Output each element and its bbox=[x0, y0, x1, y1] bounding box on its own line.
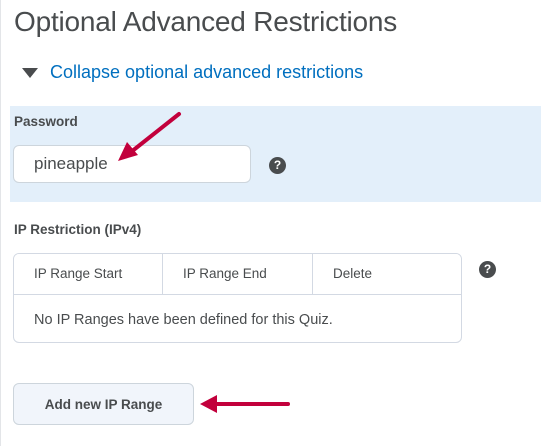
triangle-down-icon bbox=[22, 67, 38, 78]
help-icon[interactable]: ? bbox=[479, 261, 496, 278]
ip-restriction-label: IP Restriction (IPv4) bbox=[14, 222, 142, 237]
left-border bbox=[0, 0, 1, 446]
collapse-restrictions-link[interactable]: Collapse optional advanced restrictions bbox=[22, 62, 363, 83]
column-ip-range-start: IP Range Start bbox=[14, 254, 163, 294]
ip-table-header: IP Range Start IP Range End Delete bbox=[14, 254, 461, 295]
column-ip-range-end: IP Range End bbox=[163, 254, 313, 294]
ip-table-empty-message: No IP Ranges have been defined for this … bbox=[34, 312, 333, 328]
column-delete: Delete bbox=[333, 266, 373, 281]
help-icon[interactable]: ? bbox=[269, 157, 286, 174]
arrow-icon bbox=[200, 395, 290, 413]
add-ip-range-button[interactable]: Add new IP Range bbox=[13, 383, 194, 425]
section-title: Optional Advanced Restrictions bbox=[14, 6, 398, 37]
ip-range-table: IP Range Start IP Range End Delete No IP… bbox=[13, 253, 462, 343]
password-label: Password bbox=[14, 114, 78, 129]
collapse-link-label: Collapse optional advanced restrictions bbox=[50, 62, 364, 82]
password-field[interactable] bbox=[13, 145, 251, 183]
